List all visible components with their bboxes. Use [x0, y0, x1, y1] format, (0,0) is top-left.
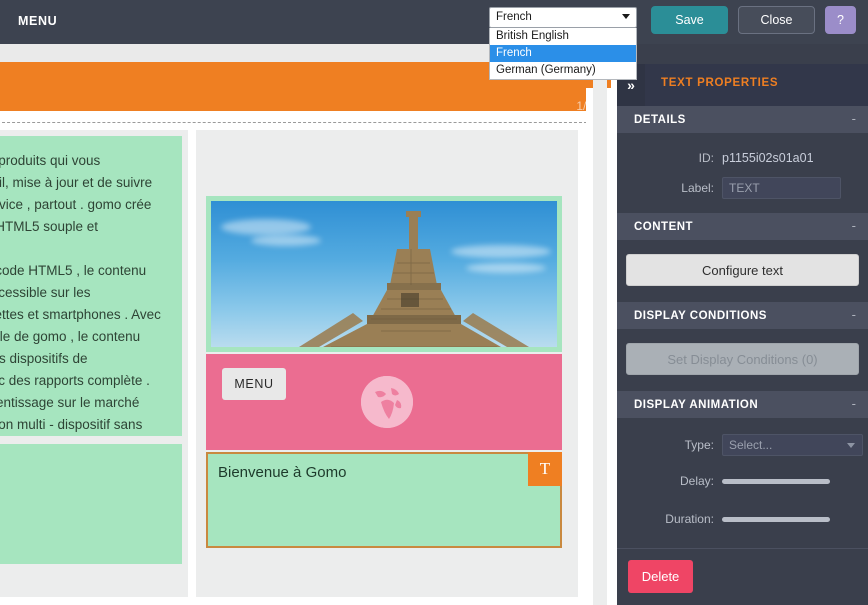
- image-block[interactable]: [206, 196, 562, 352]
- language-option-french[interactable]: French: [490, 45, 636, 62]
- left-text-line: trale de gomo , le contenu: [0, 329, 141, 344]
- section-header-content[interactable]: CONTENT -: [617, 213, 868, 240]
- save-button[interactable]: Save: [651, 6, 728, 34]
- properties-panel: » TEXT PROPERTIES DETAILS - ID: p1155i02…: [617, 44, 868, 605]
- detail-row-id: ID: p1155i02s01a01: [617, 143, 868, 173]
- animation-delay-row: Delay:: [617, 462, 868, 500]
- section-header-display-conditions[interactable]: DISPLAY CONDITIONS -: [617, 302, 868, 329]
- section-title-display-animation: DISPLAY ANIMATION: [634, 398, 759, 411]
- left-text-line: accessible sur les: [0, 285, 91, 300]
- chevron-down-icon: [847, 443, 855, 448]
- globe-icon-svg: [361, 376, 413, 428]
- page-title: TEXT PROPERTIES: [661, 77, 779, 89]
- help-button[interactable]: ?: [825, 6, 856, 34]
- id-label: ID:: [698, 151, 714, 165]
- left-text-line: ts produits qui vous: [0, 153, 101, 168]
- language-select-value: French: [496, 11, 532, 23]
- collapse-minus-icon[interactable]: -: [852, 218, 856, 233]
- section-body-display-animation: Type: Select... Delay: Duration:: [617, 418, 868, 548]
- animation-type-value: Select...: [729, 438, 773, 452]
- animation-type-row: Type: Select...: [617, 428, 868, 462]
- left-text-line: prentissage sur le marché: [0, 395, 140, 410]
- close-button[interactable]: Close: [738, 6, 815, 34]
- language-select[interactable]: French: [489, 7, 637, 28]
- left-text-spacer: [0, 238, 176, 260]
- label-field-label: Label:: [681, 181, 714, 195]
- left-text-line: u HTML5 souple et: [0, 219, 99, 234]
- detail-row-label: Label: TEXT: [617, 173, 868, 203]
- animation-duration-slider[interactable]: [722, 516, 830, 522]
- chevron-down-icon: [622, 14, 630, 19]
- left-text-line: ation multi - dispositif sans: [0, 417, 143, 432]
- section-body-display-conditions: Set Display Conditions (0): [617, 329, 868, 391]
- menu-chip-button[interactable]: MENU: [222, 368, 286, 400]
- device-preview: MENU Bienvenue à Gomo T: [206, 138, 568, 589]
- configure-text-button[interactable]: Configure text: [626, 254, 859, 286]
- animation-type-select[interactable]: Select...: [722, 434, 863, 456]
- globe-icon: [361, 376, 413, 428]
- section-title-display-conditions: DISPLAY CONDITIONS: [634, 309, 767, 322]
- eiffel-tower-image: [211, 201, 557, 347]
- section-body-details: ID: p1155i02s01a01 Label: TEXT: [617, 133, 868, 213]
- section-title-details: DETAILS: [634, 113, 686, 126]
- tower-silhouette: [299, 211, 529, 347]
- animation-duration-label: Duration:: [665, 512, 714, 526]
- left-text-line: blettes et smartphones . Avec: [0, 307, 161, 322]
- topbar-menu-label: MENU: [18, 14, 58, 28]
- text-type-badge: T: [528, 452, 562, 486]
- set-display-conditions-button[interactable]: Set Display Conditions (0): [626, 343, 859, 375]
- animation-duration-row: Duration:: [617, 500, 868, 538]
- text-block-content: Bienvenue à Gomo: [218, 464, 347, 481]
- canvas-stage: 1/2 ts produits qui vous ueil, mise à jo…: [0, 44, 617, 605]
- animation-delay-slider[interactable]: [722, 478, 830, 484]
- left-text-lines: ts produits qui vous ueil, mise à jour e…: [0, 136, 182, 436]
- language-option-british-english[interactable]: British English: [490, 28, 636, 45]
- app-root: MENU French Save Close ? British English…: [0, 0, 868, 605]
- left-text-line: e code HTML5 , le contenu: [0, 263, 147, 278]
- left-text-block[interactable]: ts produits qui vous ueil, mise à jour e…: [0, 136, 182, 436]
- top-toolbar: MENU French Save Close ?: [0, 0, 868, 44]
- section-body-content: Configure text: [617, 240, 868, 302]
- left-empty-block[interactable]: [0, 444, 182, 564]
- language-select-options[interactable]: British English French German (Germany): [489, 28, 637, 80]
- collapse-minus-icon[interactable]: -: [852, 307, 856, 322]
- id-value: p1155i02s01a01: [722, 151, 814, 165]
- delete-button[interactable]: Delete: [628, 560, 693, 593]
- left-text-line: vec des rapports complète .: [0, 373, 150, 388]
- collapse-minus-icon[interactable]: -: [852, 396, 856, 411]
- section-header-details[interactable]: DETAILS -: [617, 106, 868, 133]
- language-select-wrapper: French: [489, 7, 637, 28]
- properties-sections: DETAILS - ID: p1155i02s01a01 Label: TEXT…: [617, 106, 868, 548]
- animation-delay-label: Delay:: [679, 474, 714, 488]
- animation-type-label: Type:: [684, 438, 714, 452]
- language-option-german[interactable]: German (Germany): [490, 62, 636, 79]
- section-title-content: CONTENT: [634, 220, 694, 233]
- panel-footer: Delete: [617, 548, 868, 605]
- collapse-minus-icon[interactable]: -: [852, 111, 856, 126]
- navigation-block[interactable]: MENU: [206, 354, 562, 450]
- label-input[interactable]: TEXT: [722, 177, 841, 199]
- stage-scroll-gutter: [593, 44, 607, 605]
- left-text-line: device , partout . gomo crée: [0, 197, 152, 212]
- left-text-line: des dispositifs de: [0, 351, 88, 366]
- section-header-display-animation[interactable]: DISPLAY ANIMATION -: [617, 391, 868, 418]
- selected-text-block[interactable]: Bienvenue à Gomo T: [206, 452, 562, 548]
- left-text-line: ueil, mise à jour et de suivre: [0, 175, 153, 190]
